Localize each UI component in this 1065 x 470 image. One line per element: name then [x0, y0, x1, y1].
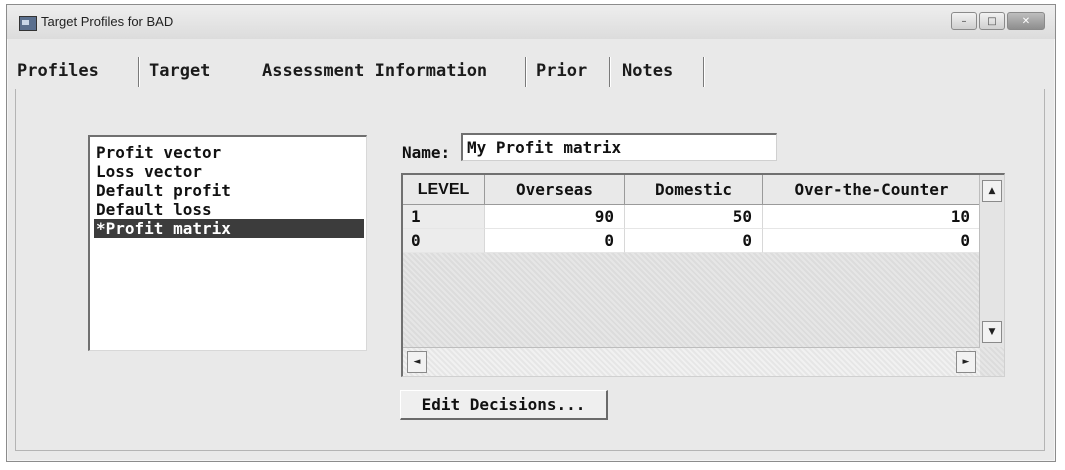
list-item-profit-matrix[interactable]: *Profit matrix: [94, 219, 364, 238]
tab-target[interactable]: Target: [149, 61, 210, 81]
maximize-button[interactable]: □: [979, 12, 1005, 30]
close-button[interactable]: ✕: [1007, 12, 1045, 30]
column-header-overseas[interactable]: Overseas: [485, 175, 625, 205]
tab-separator: [138, 57, 140, 87]
grid-cell[interactable]: 0: [625, 229, 763, 253]
column-header-level[interactable]: LEVEL: [403, 175, 485, 205]
column-header-over-the-counter[interactable]: Over-the-Counter: [763, 175, 981, 205]
horizontal-scrollbar[interactable]: ◄ ►: [403, 347, 980, 376]
list-item-default-profit[interactable]: Default profit: [94, 181, 364, 200]
edit-decisions-button[interactable]: Edit Decisions...: [400, 390, 608, 420]
tab-assessment-information[interactable]: Assessment Information: [262, 61, 487, 81]
list-item-profit-vector[interactable]: Profit vector: [94, 143, 364, 162]
matrix-type-list[interactable]: Profit vector Loss vector Default profit…: [88, 135, 367, 351]
grid-header-row: LEVEL Overseas Domestic Over-the-Counter: [403, 175, 1004, 205]
column-header-domestic[interactable]: Domestic: [625, 175, 763, 205]
list-item-default-loss[interactable]: Default loss: [94, 200, 364, 219]
scroll-right-icon[interactable]: ►: [956, 351, 976, 373]
scroll-down-icon[interactable]: ▼: [982, 321, 1002, 343]
scroll-left-icon[interactable]: ◄: [407, 351, 427, 373]
grid-cell-level[interactable]: 1: [403, 205, 485, 229]
window-title: Target Profiles for BAD: [41, 14, 174, 29]
grid-cell[interactable]: 10: [763, 205, 981, 229]
tab-separator: [609, 57, 611, 87]
tab-profiles[interactable]: Profiles: [17, 61, 99, 81]
title-bar[interactable]: Target Profiles for BAD – □ ✕: [7, 5, 1055, 39]
name-label: Name:: [402, 143, 451, 162]
list-item-loss-vector[interactable]: Loss vector: [94, 162, 364, 181]
grid-cell[interactable]: 50: [625, 205, 763, 229]
tab-prior[interactable]: Prior: [536, 61, 587, 81]
scroll-up-icon[interactable]: ▲: [982, 180, 1002, 202]
minimize-button[interactable]: –: [951, 12, 977, 30]
tab-separator: [703, 57, 705, 87]
tab-separator: [525, 57, 527, 87]
tab-notes[interactable]: Notes: [622, 61, 673, 81]
app-icon: [19, 16, 37, 31]
profit-matrix-grid: LEVEL Overseas Domestic Over-the-Counter…: [401, 173, 1005, 377]
name-input[interactable]: My Profit matrix: [461, 133, 777, 161]
vertical-scrollbar[interactable]: ▲ ▼: [979, 175, 1004, 347]
grid-cell[interactable]: 0: [485, 229, 625, 253]
grid-cell[interactable]: 0: [763, 229, 981, 253]
grid-cell[interactable]: 90: [485, 205, 625, 229]
grid-cell-level[interactable]: 0: [403, 229, 485, 253]
